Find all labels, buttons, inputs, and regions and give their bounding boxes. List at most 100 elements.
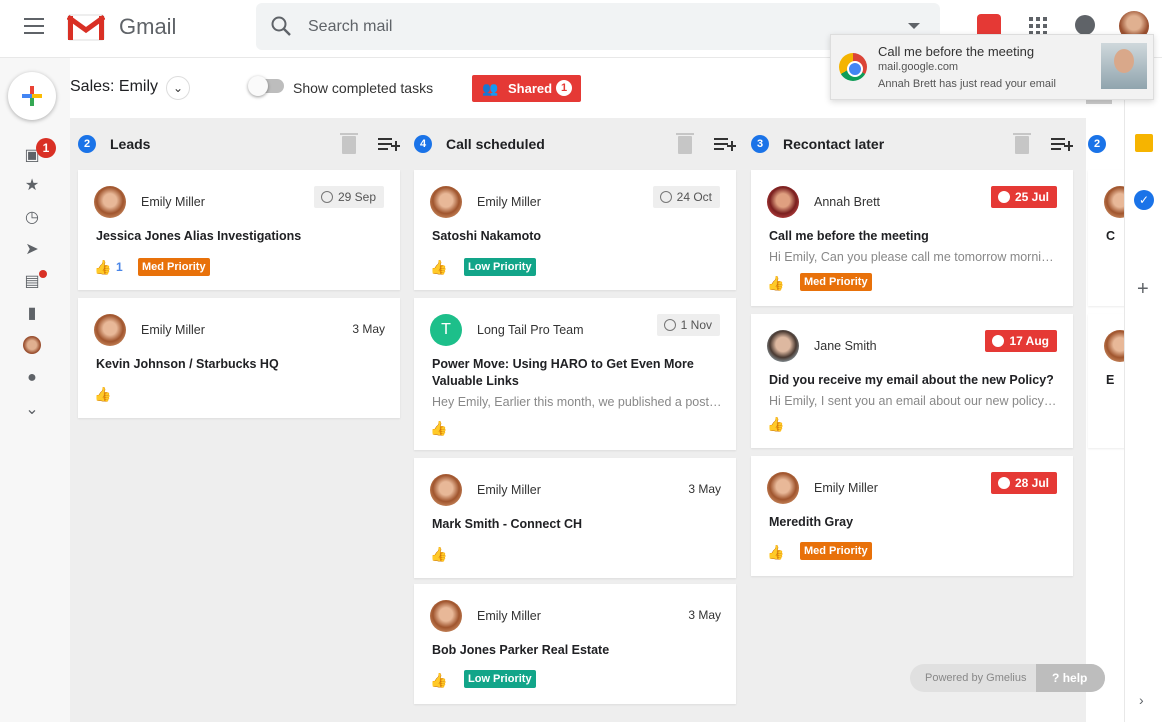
draft-dot bbox=[39, 270, 47, 278]
clock-icon[interactable]: ◷ bbox=[22, 208, 42, 228]
tasks-icon[interactable]: ✓ bbox=[1134, 190, 1154, 210]
overdue-date-badge[interactable]: 17 Aug bbox=[985, 330, 1057, 352]
date-badge[interactable]: 24 Oct bbox=[652, 186, 720, 208]
column-count: 4 bbox=[414, 135, 432, 153]
overdue-date-badge[interactable]: 25 Jul bbox=[990, 186, 1057, 208]
avatar bbox=[94, 314, 126, 346]
send-icon[interactable]: ➤ bbox=[22, 240, 42, 260]
avatar bbox=[767, 472, 799, 504]
card[interactable]: Emily Miller 24 Oct Satoshi Nakamoto 👍 L… bbox=[414, 170, 736, 290]
powered-by-bar: Powered by Gmelius ? help bbox=[910, 664, 1105, 692]
keep-icon[interactable] bbox=[1135, 134, 1153, 152]
like-count: 1 bbox=[116, 260, 123, 274]
card[interactable]: Emily Miller 3 May Bob Jones Parker Real… bbox=[414, 584, 736, 704]
card[interactable]: Emily Miller 28 Jul Meredith Gray 👍 Med … bbox=[751, 456, 1073, 576]
card[interactable]: Jane Smith 17 Aug Did you receive my ema… bbox=[751, 314, 1073, 448]
card[interactable]: Emily Miller 3 May Mark Smith - Connect … bbox=[414, 458, 736, 578]
add-icon[interactable]: + bbox=[1137, 278, 1149, 301]
avatar bbox=[430, 186, 462, 218]
notifications-icon[interactable] bbox=[1075, 15, 1095, 35]
date-badge[interactable]: 29 Sep bbox=[313, 186, 384, 208]
compose-button[interactable] bbox=[8, 72, 56, 120]
chevron-down-icon[interactable]: ⌄ bbox=[22, 400, 42, 420]
thumb-up-icon[interactable]: 👍 bbox=[767, 275, 785, 291]
playlist-add-icon[interactable] bbox=[714, 136, 736, 152]
contacts-icon[interactable]: ● bbox=[22, 368, 42, 388]
shared-count: 1 bbox=[556, 80, 572, 96]
trash-icon[interactable] bbox=[676, 133, 694, 154]
card[interactable]: Emily Miller 3 May Kevin Johnson / Starb… bbox=[78, 298, 400, 418]
help-icon: ? bbox=[1052, 671, 1060, 685]
thumb-up-icon[interactable]: 👍 bbox=[94, 386, 112, 402]
gmail-logo-icon[interactable] bbox=[67, 13, 105, 41]
thumb-up-icon[interactable]: 👍 bbox=[430, 546, 448, 562]
search-options-icon[interactable] bbox=[908, 23, 920, 29]
notification-site: mail.google.com bbox=[878, 61, 959, 73]
thumb-up-icon[interactable]: 👍 bbox=[430, 259, 448, 275]
search-input[interactable] bbox=[308, 15, 868, 39]
card[interactable]: C bbox=[1088, 170, 1136, 306]
priority-tag[interactable]: Low Priority bbox=[464, 670, 536, 688]
column-title[interactable]: Call scheduled bbox=[446, 136, 545, 152]
chevron-down-icon[interactable]: ⌄ bbox=[166, 76, 190, 100]
thumb-up-icon[interactable]: 👍 bbox=[767, 544, 785, 560]
playlist-add-icon[interactable] bbox=[378, 136, 400, 152]
date-badge[interactable]: 1 Nov bbox=[656, 314, 720, 336]
card[interactable]: E bbox=[1088, 314, 1136, 448]
desktop-notification[interactable]: Call me before the meeting mail.google.c… bbox=[830, 34, 1154, 100]
subject: Kevin Johnson / Starbucks HQ bbox=[96, 357, 279, 371]
apps-icon[interactable] bbox=[1029, 17, 1047, 35]
column-header: 2 Leads bbox=[78, 118, 400, 168]
star-icon[interactable]: ★ bbox=[22, 176, 42, 196]
priority-tag[interactable]: Low Priority bbox=[464, 258, 536, 276]
preview: Hi Emily, I sent you an email about our … bbox=[769, 394, 1059, 408]
completed-tasks-toggle[interactable] bbox=[248, 76, 284, 96]
subject: Meredith Gray bbox=[769, 515, 854, 529]
trash-icon[interactable] bbox=[340, 133, 358, 154]
label-icon[interactable]: ▮ bbox=[22, 304, 42, 324]
overdue-date-badge[interactable]: 28 Jul bbox=[990, 472, 1057, 494]
chrome-icon bbox=[839, 53, 867, 81]
powered-text: Powered by Gmelius bbox=[925, 672, 1027, 684]
thumb-up-icon[interactable]: 👍 bbox=[767, 416, 785, 432]
priority-tag[interactable]: Med Priority bbox=[800, 542, 872, 560]
thumb-up-icon[interactable]: 👍 bbox=[430, 420, 448, 436]
card[interactable]: T Long Tail Pro Team 1 Nov Power Move: U… bbox=[414, 298, 736, 450]
playlist-add-icon[interactable] bbox=[1051, 136, 1073, 152]
sender: Emily Miller bbox=[477, 195, 541, 209]
trash-icon[interactable] bbox=[1013, 133, 1031, 154]
priority-tag[interactable]: Med Priority bbox=[800, 273, 872, 291]
shared-button[interactable]: 👥 Shared 1 bbox=[472, 75, 581, 102]
subject: Satoshi Nakamoto bbox=[432, 229, 542, 243]
subject: Did you receive my email about the new P… bbox=[769, 373, 1054, 387]
avatar: T bbox=[430, 314, 462, 346]
subject: Jessica Jones Alias Investigations bbox=[96, 229, 302, 243]
sender: Emily Miller bbox=[141, 323, 205, 337]
sender: Emily Miller bbox=[477, 609, 541, 623]
priority-tag[interactable]: Med Priority bbox=[138, 258, 210, 276]
preview: Hey Emily, Earlier this month, we publis… bbox=[432, 395, 722, 409]
thumb-up-icon[interactable]: 👍 bbox=[94, 259, 112, 275]
right-rail: ✓ + › bbox=[1124, 58, 1162, 722]
avatar bbox=[767, 186, 799, 218]
app-name[interactable]: Gmail bbox=[119, 14, 176, 40]
sender: Emily Miller bbox=[814, 481, 878, 495]
column-count: 2 bbox=[78, 135, 96, 153]
contact-avatar[interactable] bbox=[23, 336, 41, 354]
subject: E bbox=[1106, 373, 1115, 387]
column-count: 3 bbox=[751, 135, 769, 153]
card[interactable]: Emily Miller 29 Sep Jessica Jones Alias … bbox=[78, 170, 400, 290]
card[interactable]: Annah Brett 25 Jul Call me before the me… bbox=[751, 170, 1073, 306]
board-title[interactable]: Sales: Emily bbox=[70, 78, 158, 96]
notification-body: Annah Brett has just read your email bbox=[878, 78, 1056, 90]
column-title[interactable]: Recontact later bbox=[783, 136, 884, 152]
help-button[interactable]: ? help bbox=[1036, 664, 1105, 692]
notification-photo bbox=[1101, 43, 1147, 89]
chevron-right-icon[interactable]: › bbox=[1139, 692, 1144, 708]
date: 3 May bbox=[688, 608, 721, 622]
thumb-up-icon[interactable]: 👍 bbox=[430, 672, 448, 688]
menu-icon[interactable] bbox=[24, 18, 44, 34]
search-icon[interactable] bbox=[270, 15, 292, 37]
toggle-label: Show completed tasks bbox=[293, 80, 434, 96]
column-title[interactable]: Leads bbox=[110, 136, 150, 152]
